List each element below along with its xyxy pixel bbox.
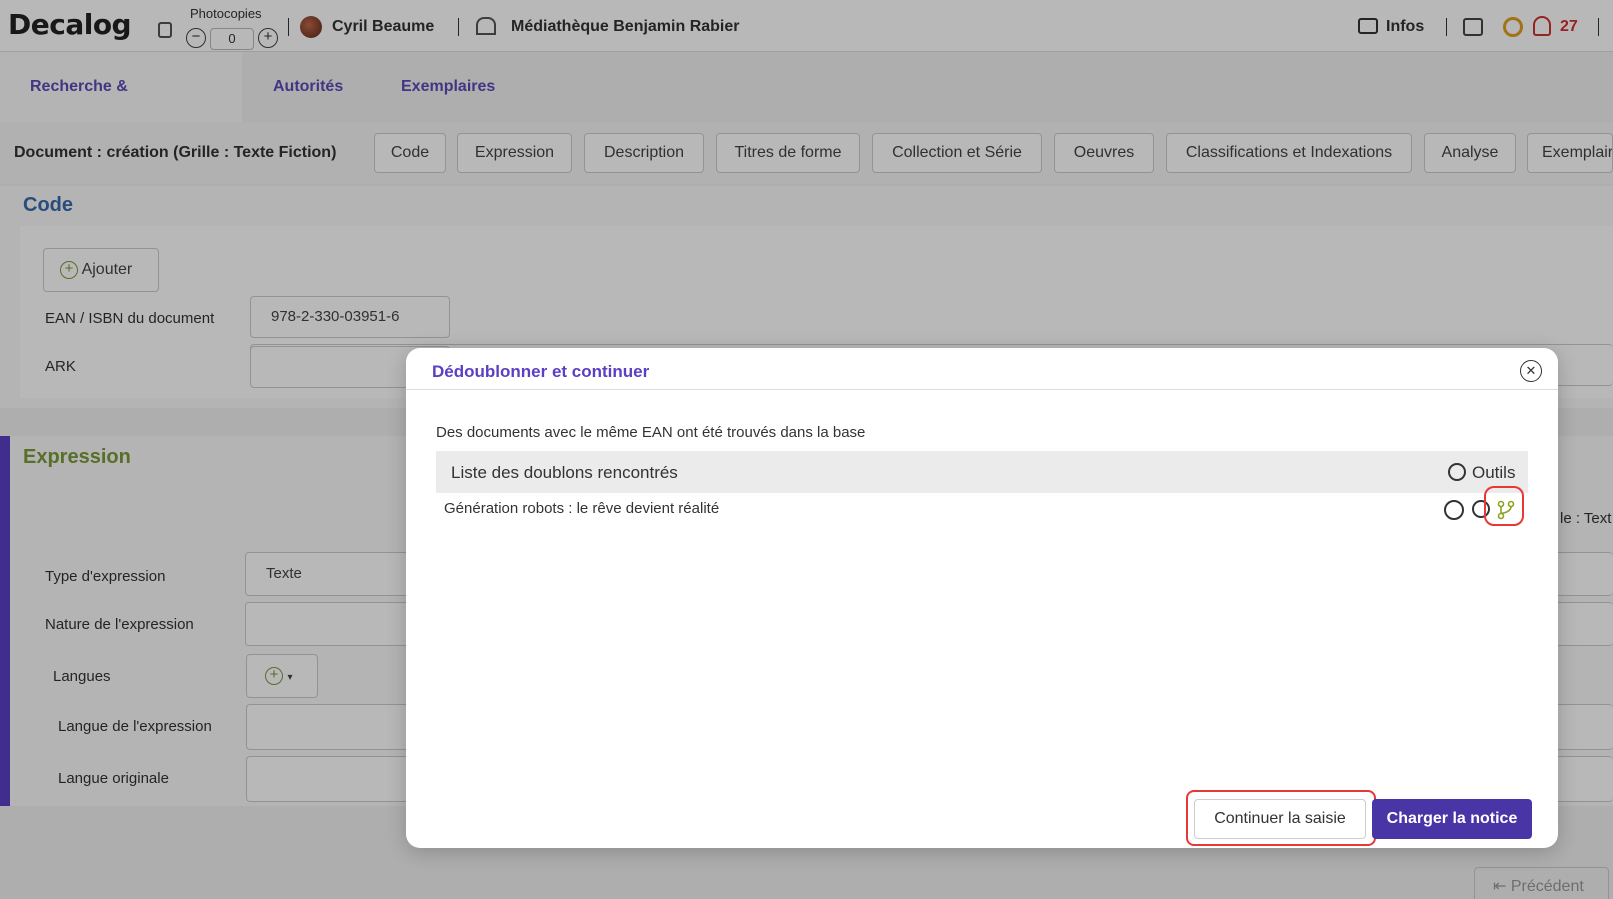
modal-title: Dédoublonner et continuer xyxy=(432,362,650,381)
dedup-modal: Dédoublonner et continuer ✕ Des document… xyxy=(406,348,1558,848)
duplicate-message: Des documents avec le même EAN ont été t… xyxy=(436,424,866,441)
duplicates-list-header: Liste des doublons rencontrés Outils xyxy=(436,451,1528,493)
list-item[interactable]: Génération robots : le rêve devient réal… xyxy=(436,496,1528,526)
gear-icon[interactable] xyxy=(1448,463,1466,481)
tools-menu[interactable]: Outils xyxy=(1472,463,1515,483)
duplicate-title[interactable]: Génération robots : le rêve devient réal… xyxy=(444,500,719,517)
merge-highlight xyxy=(1484,486,1524,526)
close-icon[interactable]: ✕ xyxy=(1520,360,1542,382)
modal-divider xyxy=(406,389,1558,390)
link-icon[interactable] xyxy=(1444,500,1464,520)
duplicates-list-title: Liste des doublons rencontrés xyxy=(451,463,678,482)
load-record-button[interactable]: Charger la notice xyxy=(1372,799,1532,839)
continue-entry-button[interactable]: Continuer la saisie xyxy=(1194,799,1366,839)
